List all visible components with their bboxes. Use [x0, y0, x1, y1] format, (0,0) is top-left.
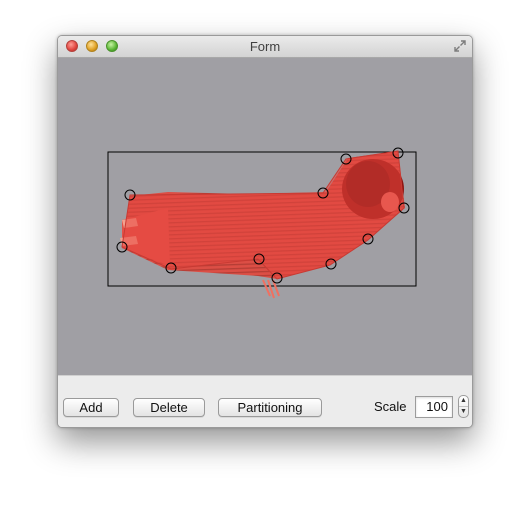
scale-stepper[interactable]: ▲ ▼ — [458, 395, 469, 418]
window-title: Form — [249, 39, 281, 54]
image-canvas[interactable] — [58, 58, 472, 375]
fullscreen-icon[interactable] — [453, 39, 467, 53]
scale-input[interactable]: 100 — [415, 396, 453, 418]
title-bar[interactable]: Form — [58, 36, 472, 58]
delete-button[interactable]: Delete — [133, 398, 205, 417]
bottom-toolbar: Add Delete Partitioning Scale 100 ▲ ▼ — [58, 375, 472, 427]
mesh-drawing[interactable] — [58, 58, 472, 375]
partitioning-button[interactable]: Partitioning — [218, 398, 322, 417]
mesh-polygon[interactable] — [121, 150, 405, 280]
chevron-down-icon[interactable]: ▼ — [459, 405, 468, 418]
scale-label: Scale — [374, 399, 407, 414]
add-button[interactable]: Add — [63, 398, 119, 417]
form-window: Form Add Delete Partitioning Scale 100 ▲… — [57, 35, 473, 428]
